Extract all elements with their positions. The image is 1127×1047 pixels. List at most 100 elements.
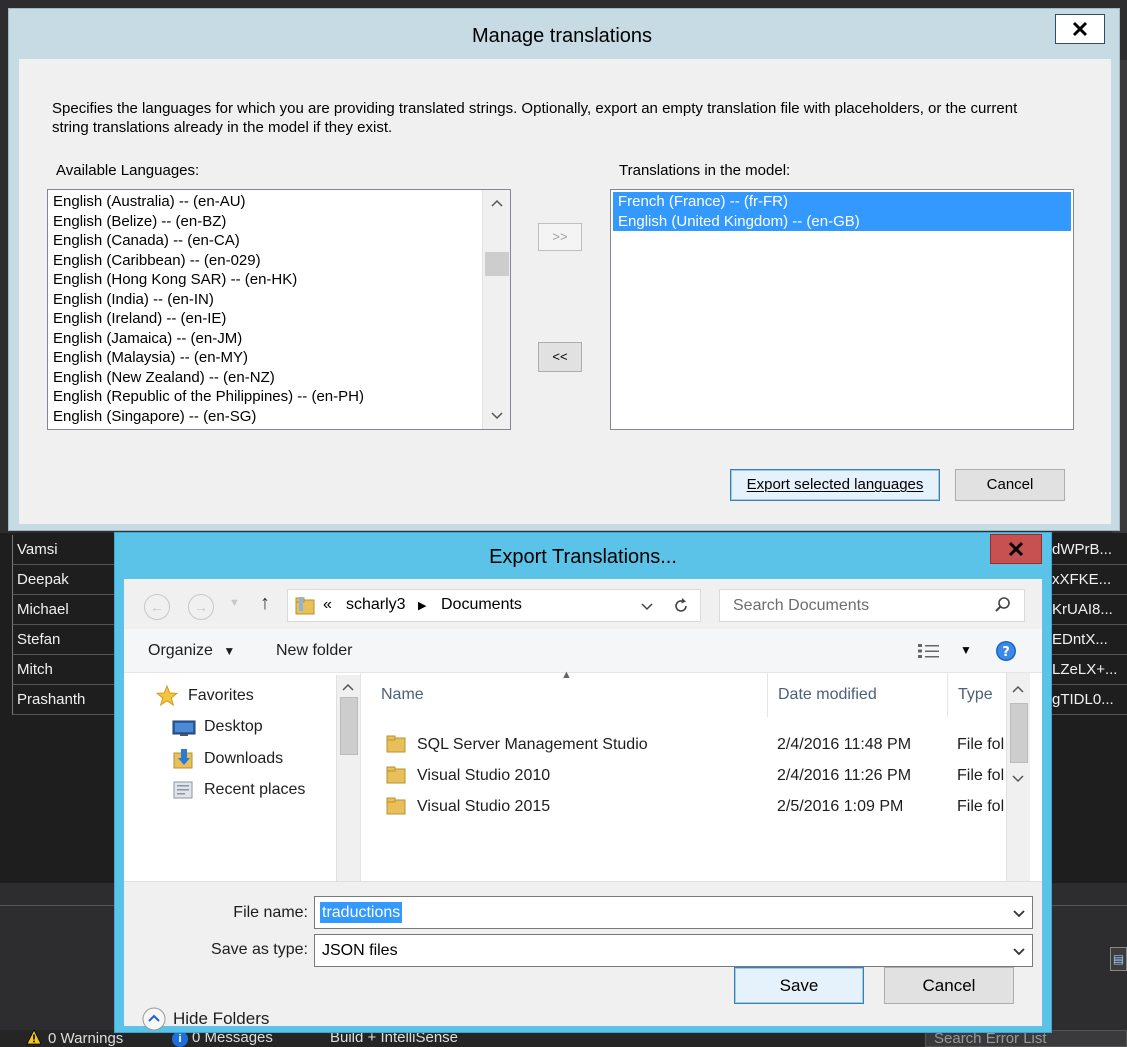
column-header-type[interactable]: Type (948, 673, 1006, 717)
chevron-up-icon[interactable] (1012, 685, 1024, 693)
list-item[interactable]: English (Malaysia) -- (en-MY) (48, 348, 510, 368)
hide-folders-label: Hide Folders (173, 1009, 270, 1028)
sort-ascending-icon: ▲ (561, 669, 572, 681)
close-button[interactable] (1055, 14, 1105, 44)
file-name-label: File name: (233, 904, 308, 921)
close-button[interactable] (990, 534, 1042, 564)
chevron-down-icon[interactable] (1012, 775, 1024, 783)
grid-row[interactable]: Michael (12, 595, 116, 625)
list-item[interactable]: English (Canada) -- (en-CA) (48, 231, 510, 251)
file-row[interactable]: Visual Studio 2010 2/4/2016 11:26 PM Fil… (361, 760, 1017, 791)
list-item[interactable]: English (Caribbean) -- (en-029) (48, 251, 510, 271)
scroll-thumb[interactable] (485, 252, 509, 276)
column-header-date[interactable]: Date modified (768, 673, 948, 717)
nav-downloads[interactable]: Downloads (204, 750, 283, 768)
desktop-icon (172, 720, 196, 736)
list-item[interactable]: French (France) -- (fr-FR) (613, 192, 1071, 212)
file-name-input[interactable]: traductions (314, 896, 1033, 929)
recent-locations-chevron-icon[interactable]: ▼ (229, 597, 240, 609)
list-item[interactable]: English (New Zealand) -- (en-NZ) (48, 368, 510, 388)
list-item[interactable]: English (Singapore) -- (en-SG) (48, 407, 510, 427)
dialog-body: ← → ▼ ↑ « scharly3 ▶ Documents Search Do… (124, 579, 1042, 1031)
downloads-icon (173, 749, 193, 769)
save-type-select[interactable]: JSON files (314, 934, 1033, 967)
scroll-down-button[interactable] (485, 405, 509, 427)
grid-cell[interactable]: dWPrB... (1050, 535, 1127, 565)
list-item[interactable]: English (Republic of the Philippines) --… (48, 387, 510, 407)
list-item[interactable]: English (Hong Kong SAR) -- (en-HK) (48, 270, 510, 290)
grid-row[interactable]: Prashanth (12, 685, 116, 715)
view-options-icon[interactable] (917, 641, 941, 661)
breadcrumb-chevron-icon[interactable]: ▶ (418, 599, 426, 612)
scroll-up-button[interactable] (485, 192, 509, 214)
nav-desktop[interactable]: Desktop (204, 718, 263, 736)
file-name-value: traductions (320, 902, 403, 923)
folder-icon (386, 735, 406, 753)
grid-cell[interactable]: LZeLX+... (1050, 655, 1127, 685)
refresh-icon[interactable] (672, 597, 690, 615)
save-form: File name: traductions Save as type: JSO… (124, 881, 1042, 1031)
scroll-thumb[interactable] (1010, 703, 1028, 763)
list-item[interactable]: English (United Kingdom) -- (en-GB) (613, 211, 1071, 231)
nav-favorites[interactable]: Favorites (188, 687, 254, 705)
navigation-bar: ← → ▼ ↑ « scharly3 ▶ Documents Search Do… (124, 579, 1042, 629)
grid-cell[interactable]: gTIDL0... (1050, 685, 1127, 715)
list-item[interactable]: English (India) -- (en-IN) (48, 290, 510, 310)
up-button[interactable]: ↑ (260, 592, 270, 615)
cancel-button[interactable]: Cancel (884, 967, 1014, 1004)
panel-icon[interactable]: ▤ (1110, 947, 1127, 971)
file-type: File fol (957, 798, 1005, 815)
organize-label: Organize (148, 642, 213, 659)
file-list-vertical-scrollbar[interactable] (1006, 673, 1030, 903)
search-icon (995, 597, 1010, 612)
file-row[interactable]: SQL Server Management Studio 2/4/2016 11… (361, 729, 1017, 760)
warnings-label: 0 Warnings (48, 1030, 124, 1047)
new-folder-button[interactable]: New folder (276, 629, 352, 673)
file-row[interactable]: Visual Studio 2015 2/5/2016 1:09 PM File… (361, 791, 1017, 822)
grid-cell[interactable]: xXFKE... (1050, 565, 1127, 595)
nav-recent-places[interactable]: Recent places (204, 781, 305, 799)
chevron-down-icon[interactable] (1010, 941, 1028, 961)
breadcrumb-segment[interactable]: scharly3 (346, 596, 406, 614)
add-language-button[interactable]: >> (538, 223, 582, 251)
file-name: Visual Studio 2015 (417, 798, 551, 815)
address-bar[interactable]: « scharly3 ▶ Documents (287, 589, 701, 622)
warnings-filter[interactable]: 0 Warnings (26, 1030, 123, 1047)
dialog-body: Specifies the languages for which you ar… (19, 59, 1111, 524)
dialog-title: Export Translations... (489, 546, 677, 568)
list-item[interactable]: English (Ireland) -- (en-IE) (48, 309, 510, 329)
remove-language-button[interactable]: << (538, 342, 582, 372)
file-type: File fol (957, 736, 1005, 753)
cancel-button-label: Cancel (986, 476, 1034, 493)
list-item[interactable]: English (Belize) -- (en-BZ) (48, 212, 510, 232)
chevron-down-icon[interactable] (1010, 903, 1028, 923)
close-icon (1072, 21, 1088, 37)
file-date: 2/4/2016 11:26 PM (777, 767, 912, 784)
file-type: File fol (957, 767, 1005, 784)
available-languages-list[interactable]: English (Australia) -- (en-AU) English (… (47, 189, 511, 430)
list-item[interactable]: English (Australia) -- (en-AU) (48, 192, 510, 212)
grid-cell[interactable]: KrUAI8... (1050, 595, 1127, 625)
save-button[interactable]: Save (734, 967, 864, 1004)
help-icon[interactable]: ? (995, 640, 1017, 662)
organize-menu[interactable]: Organize ▼ (148, 629, 235, 673)
grid-row[interactable]: Stefan (12, 625, 116, 655)
grid-row[interactable]: Vamsi (12, 535, 116, 565)
list-scrollbar[interactable] (482, 190, 510, 429)
grid-cell[interactable]: EDntX... (1050, 625, 1127, 655)
list-item[interactable]: English (Jamaica) -- (en-JM) (48, 329, 510, 349)
forward-button[interactable]: → (188, 594, 214, 620)
scroll-thumb[interactable] (340, 697, 358, 755)
back-button[interactable]: ← (144, 594, 170, 620)
warning-icon (26, 1030, 42, 1045)
grid-row[interactable]: Deepak (12, 565, 116, 595)
view-dropdown-icon[interactable]: ▼ (960, 643, 972, 657)
chevron-down-icon[interactable] (640, 600, 654, 614)
chevron-up-icon[interactable] (342, 683, 354, 691)
grid-row[interactable]: Mitch (12, 655, 116, 685)
model-translations-list[interactable]: French (France) -- (fr-FR) English (Unit… (610, 189, 1074, 430)
search-input[interactable]: Search Documents (719, 589, 1025, 622)
cancel-button[interactable]: Cancel (955, 469, 1065, 501)
breadcrumb-segment[interactable]: Documents (441, 596, 522, 614)
export-selected-languages-button[interactable]: Export selected languages (730, 469, 940, 501)
